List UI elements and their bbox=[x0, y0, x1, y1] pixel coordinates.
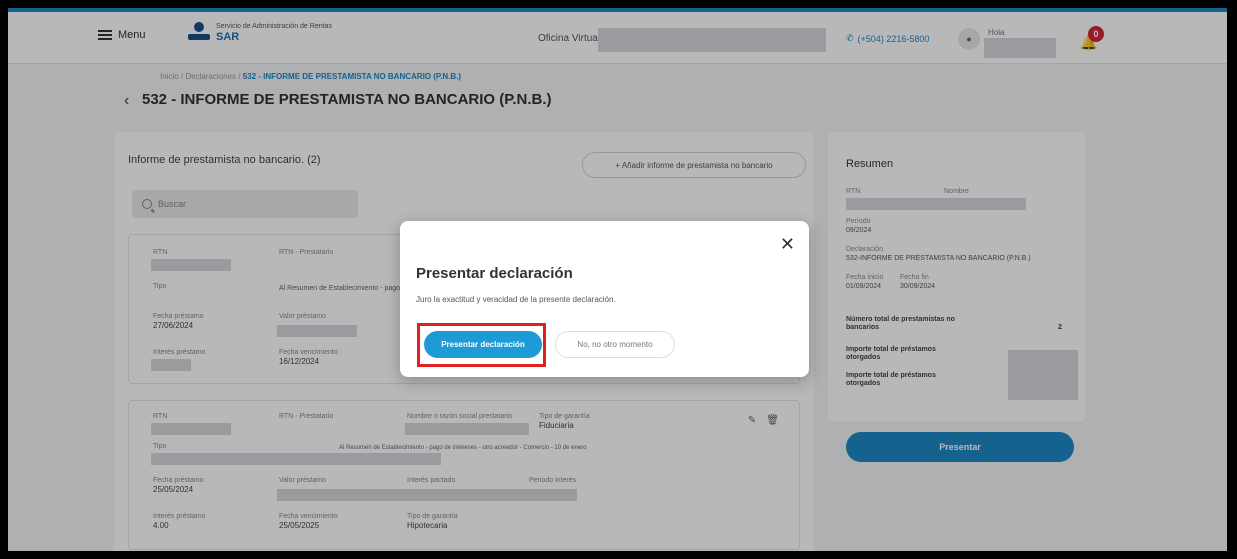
present-declaration-button[interactable]: Presentar declaración bbox=[424, 331, 542, 358]
cancel-button[interactable]: No, no otro momento bbox=[555, 331, 675, 358]
dialog-title: Presentar declaración bbox=[416, 265, 573, 282]
dialog-text: Juro la exactitud y veracidad de la pres… bbox=[416, 295, 616, 304]
app-window: Menu Servicio de Administración de Renta… bbox=[8, 8, 1227, 551]
confirm-dialog: ✕ Presentar declaración Juro la exactitu… bbox=[400, 221, 809, 377]
close-icon[interactable]: ✕ bbox=[780, 235, 795, 253]
